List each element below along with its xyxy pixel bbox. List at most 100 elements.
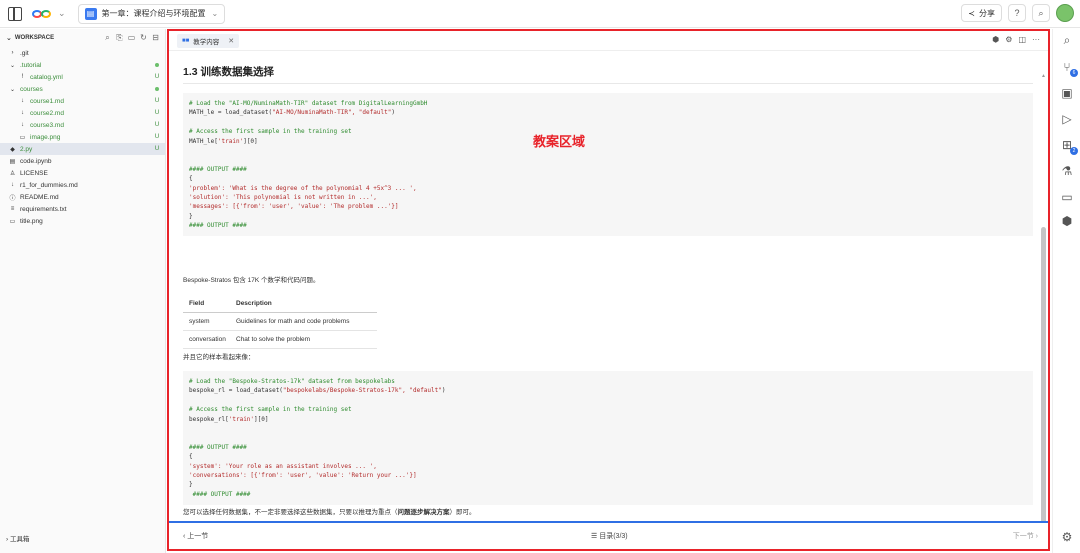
file-name: r1_for_dummies.md: [20, 181, 78, 189]
code-line: # Access the first sample in the trainin…: [189, 406, 352, 414]
chevron-down-icon: ⌄: [211, 9, 219, 18]
code-line: MATH_le['train'][0]: [189, 137, 1027, 146]
next-section-button[interactable]: 下一节 ›: [1013, 531, 1038, 541]
file-tree-item[interactable]: ▤ code.ipynb: [0, 155, 165, 167]
file-name: course3.md: [30, 121, 64, 129]
code-string: "bespokelabs/Bespoke-Stratos-17k", "defa…: [282, 387, 442, 395]
code-line: bespoke_rl['train'][0]: [189, 415, 1027, 424]
code-block[interactable]: # Load the "Bespoke-Stratos-17k" dataset…: [183, 371, 1033, 506]
chapter-title: 第一章：课程介绍与环境配置: [101, 9, 206, 18]
table-cell: system: [189, 318, 210, 325]
file-name: .tutorial: [20, 61, 42, 69]
file-tree-item[interactable]: › .git: [0, 47, 165, 59]
gear-icon[interactable]: ⚙: [1005, 35, 1012, 44]
gear-icon[interactable]: ⚙: [1059, 529, 1075, 545]
file-tree-item[interactable]: ▭ image.png U: [0, 131, 165, 143]
file-tree-item[interactable]: ♙ LICENSE: [0, 167, 165, 179]
new-folder-icon[interactable]: ▭: [126, 32, 137, 43]
annotation-label: 教案区域: [533, 134, 586, 149]
file-tree-item[interactable]: ▭ title.png: [0, 215, 165, 227]
file-icon: ◆: [10, 146, 15, 153]
table-cell: conversation: [189, 336, 226, 343]
code-line: #### OUTPUT ####: [189, 443, 247, 451]
tab-lesson-content[interactable]: ■■ 教学内容 ✕: [177, 33, 240, 48]
close-icon[interactable]: ✕: [228, 37, 234, 45]
file-name: LICENSE: [20, 169, 48, 177]
panel-toolbar: ⬢ ⚙ ◫ ···: [986, 35, 1040, 44]
code-block[interactable]: # Load the "AI-MO/NuminaMath-TIR" datase…: [183, 93, 1033, 237]
code-string: 'messages': [{'from': 'user', 'value': '…: [189, 203, 399, 211]
file-tree-item[interactable]: ◆ 2.py U: [0, 143, 165, 155]
help-button[interactable]: ?: [1008, 4, 1026, 22]
code-line: 'system': 'Your role as an assistant inv…: [189, 462, 1027, 471]
file-icon: ⌄: [9, 62, 16, 69]
help-icon: ?: [1014, 8, 1020, 18]
run-icon[interactable]: ⬢: [992, 35, 999, 44]
file-name: course2.md: [30, 109, 64, 117]
code-string: 'conversations': [{'from': 'user', 'valu…: [189, 471, 417, 479]
prev-section-button[interactable]: ‹ 上一节: [183, 531, 208, 541]
column-header: Field: [189, 300, 205, 307]
file-tree-item[interactable]: ↓ course2.md U: [0, 107, 165, 119]
extensions-icon[interactable]: ⊞ 2: [1059, 137, 1078, 155]
new-file-icon[interactable]: ⎘: [114, 32, 125, 43]
code-string: 'system': 'Your role as an assistant inv…: [189, 462, 377, 470]
file-tree-item[interactable]: ⌄ .tutorial: [0, 59, 165, 71]
paragraph: Bespoke-Stratos 包含 17K 个数学和代码问题。: [183, 277, 320, 284]
code-token: bespoke_rl = load_dataset(: [189, 387, 283, 395]
split-icon[interactable]: ◫: [1018, 35, 1026, 44]
terminal-icon[interactable]: ▣: [1059, 85, 1075, 101]
search-icon: ⌕: [1038, 7, 1044, 18]
collapse-icon[interactable]: ⊟: [150, 32, 161, 43]
sidebar-toggle-icon[interactable]: [8, 6, 22, 21]
git-status: U: [154, 74, 160, 80]
code-line: }: [189, 481, 193, 489]
code-line: 'solution': 'This polynomial is not writ…: [189, 193, 1027, 202]
toc-button[interactable]: ☰ 目录(3/3): [591, 531, 628, 541]
code-token: MATH_le = load_dataset(: [189, 109, 273, 117]
activity-bar: ⌕ ⑂ 6 ▣ ▷ ⊞ 2 ⚗ ▭ ⬢ ⚙: [1052, 29, 1080, 553]
file-icon: ↓: [21, 98, 24, 104]
code-token: MATH_le[: [189, 137, 218, 145]
top-bar: ⌄ ▤ 第一章：课程介绍与环境配置 ⌄ ≺ 分享 ? ⌕: [0, 0, 1080, 28]
code-string: 'train': [217, 137, 244, 145]
file-tree-item[interactable]: ↓ course1.md U: [0, 95, 165, 107]
file-name: 2.py: [20, 145, 33, 153]
scroll-up-icon[interactable]: ▲: [1041, 73, 1046, 79]
refresh-icon[interactable]: ↻: [138, 32, 149, 43]
file-tree-item[interactable]: ↓ r1_for_dummies.md: [0, 179, 165, 191]
paragraph: 并且它的样本看起来像：: [183, 354, 255, 361]
share-button[interactable]: ≺ 分享: [961, 4, 1002, 22]
book-icon: ▤: [84, 7, 97, 20]
source-control-icon[interactable]: ⑂ 6: [1059, 59, 1078, 77]
file-tree-item[interactable]: ↓ course3.md U: [0, 119, 165, 131]
search-icon[interactable]: ⌕: [1059, 32, 1075, 48]
file-name: README.md: [20, 193, 59, 201]
chapter-selector[interactable]: ▤ 第一章：课程介绍与环境配置 ⌄: [77, 3, 226, 24]
modified-dot: [155, 63, 159, 67]
git-status: U: [154, 122, 160, 128]
lesson-content: 1.3 训练数据集选择 # Load the "AI-MO/NuminaMath…: [169, 51, 1048, 523]
top-right-actions: ≺ 分享 ? ⌕: [961, 4, 1074, 22]
search-icon[interactable]: ⌕: [102, 32, 113, 43]
flask-icon[interactable]: ⚗: [1059, 163, 1075, 179]
file-tree-item[interactable]: ⓘ README.md: [0, 191, 165, 203]
tab-bar: ■■ 教学内容 ✕ ⬢ ⚙ ◫ ···: [169, 31, 1048, 51]
code-line: }: [189, 212, 193, 220]
avatar[interactable]: [1056, 4, 1074, 22]
hexagon-icon[interactable]: ⬢: [1059, 213, 1075, 229]
chevron-down-icon[interactable]: ⌄: [58, 8, 66, 19]
search-button[interactable]: ⌕: [1032, 4, 1050, 22]
file-name: title.png: [20, 217, 43, 225]
file-tree-item[interactable]: ⌄ courses: [0, 83, 165, 95]
more-icon[interactable]: ···: [1032, 35, 1040, 44]
chevron-down-icon: ⌄: [6, 35, 12, 42]
file-tree-item[interactable]: ! catalog.yml U: [0, 71, 165, 83]
scrollbar[interactable]: [1041, 227, 1046, 523]
toolbox-section[interactable]: › 工具箱: [6, 533, 29, 543]
window-icon[interactable]: ▭: [1059, 189, 1075, 205]
run-debug-icon[interactable]: ▷: [1059, 111, 1075, 127]
file-tree-item[interactable]: ≡ requirements.txt: [0, 203, 165, 215]
